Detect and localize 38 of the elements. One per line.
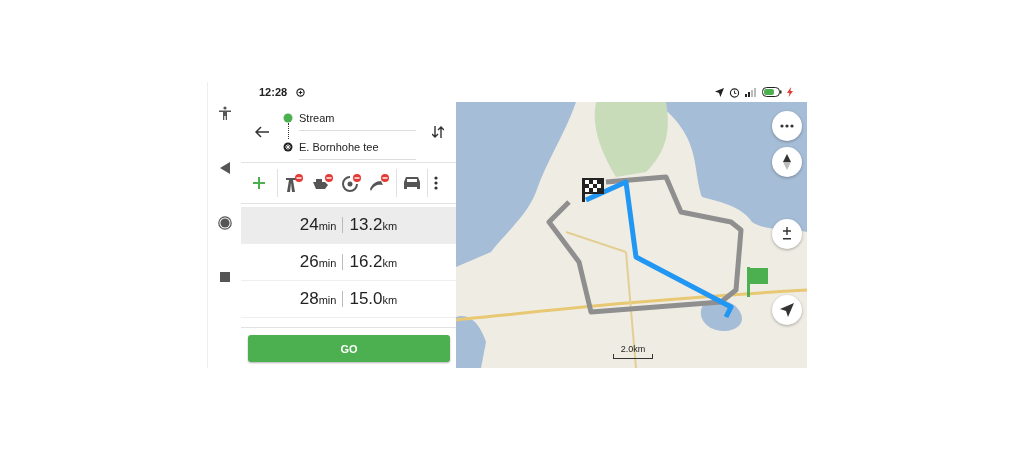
- route-time: 24min: [299, 215, 337, 235]
- recents-icon[interactable]: [219, 272, 230, 282]
- signal-icon: [745, 87, 757, 97]
- scale-bar: 2.0km: [613, 344, 653, 359]
- checkered-flag-icon: [582, 178, 604, 202]
- alarm-icon: [729, 86, 740, 98]
- no-unpaved-road-icon[interactable]: [370, 174, 390, 192]
- battery-icon: [762, 87, 782, 97]
- no-highway-icon[interactable]: [284, 174, 304, 192]
- charging-icon: [787, 87, 793, 97]
- back-icon[interactable]: [219, 162, 230, 174]
- plus-icon[interactable]: [253, 177, 265, 189]
- more-icon[interactable]: [434, 176, 438, 190]
- route-time: 28min: [299, 289, 337, 309]
- route-distance: 15.0km: [349, 289, 398, 309]
- route-distance: 16.2km: [349, 252, 398, 272]
- route-point-field[interactable]: E. Bornhohe tee: [299, 133, 416, 160]
- compass-icon: [783, 154, 791, 170]
- start-dot-icon: [283, 112, 293, 123]
- start-flag-icon: [747, 267, 768, 297]
- swap-icon[interactable]: [432, 126, 444, 138]
- plus-minus-icon: [782, 227, 792, 241]
- route-time: 26min: [299, 252, 337, 272]
- car-icon[interactable]: [403, 176, 421, 190]
- back-arrow-icon[interactable]: [255, 126, 269, 138]
- more-icon: [780, 124, 794, 128]
- home-icon[interactable]: [217, 216, 232, 230]
- route-point-field[interactable]: Stream: [299, 104, 416, 131]
- navigation-arrow-icon: [780, 303, 794, 317]
- no-toll-icon[interactable]: [342, 174, 362, 192]
- accessibility-icon[interactable]: [218, 106, 231, 120]
- no-ferry-icon[interactable]: [312, 174, 334, 192]
- route-option[interactable]: 24min 13.2km: [241, 207, 456, 244]
- sync-icon: [296, 87, 306, 97]
- finish-icon: [283, 141, 293, 152]
- clock-time: 12:28: [259, 86, 288, 98]
- location-icon: [715, 87, 724, 97]
- route-distance: 13.2km: [349, 215, 398, 235]
